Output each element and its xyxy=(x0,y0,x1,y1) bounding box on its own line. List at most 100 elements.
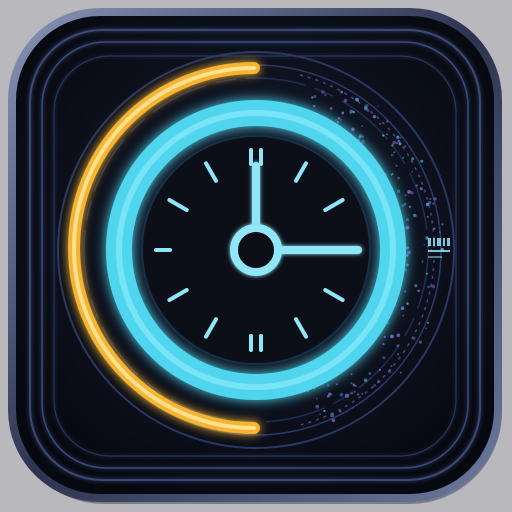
circuit-dot xyxy=(420,159,424,163)
circuit-dot xyxy=(426,215,429,219)
circuit-dot xyxy=(360,139,365,144)
circuit-dot xyxy=(313,95,317,98)
circuit-dot xyxy=(402,157,404,159)
circuit-dot xyxy=(323,409,326,413)
circuit-dot xyxy=(378,368,382,372)
clock-center-hub xyxy=(230,224,282,276)
circuit-dot xyxy=(396,344,400,348)
circuit-dot xyxy=(419,187,423,191)
circuit-dot xyxy=(438,231,441,234)
circuit-dot xyxy=(398,142,402,146)
circuit-dot xyxy=(441,223,444,226)
circuit-dot xyxy=(413,213,417,218)
circuit-dot xyxy=(433,197,437,201)
circuit-dot xyxy=(391,144,394,147)
circuit-dot xyxy=(321,90,325,94)
circuit-dot xyxy=(405,246,409,250)
circuit-dot xyxy=(404,290,407,293)
circuit-dot xyxy=(427,285,430,289)
circuit-dot xyxy=(396,333,401,338)
circuit-dot xyxy=(311,96,314,99)
circuit-dot xyxy=(379,122,382,126)
circuit-dot xyxy=(403,145,406,148)
circuit-dot xyxy=(433,227,436,230)
circuit-dot xyxy=(396,135,400,139)
circuit-dot xyxy=(340,90,344,94)
circuit-dot xyxy=(429,198,432,200)
circuit-dot xyxy=(355,97,359,102)
circuit-dot xyxy=(326,384,330,387)
circuit-dot xyxy=(407,250,411,255)
icon-stage xyxy=(0,0,512,512)
circuit-dot xyxy=(329,107,333,110)
circuit-dot xyxy=(361,125,364,128)
circuit-dot xyxy=(340,119,342,121)
circuit-dot xyxy=(328,392,332,397)
circuit-dot xyxy=(351,127,355,132)
circuit-dot xyxy=(392,140,397,145)
circuit-dot xyxy=(315,404,320,409)
circuit-dot xyxy=(421,260,424,263)
circuit-dot xyxy=(330,413,335,418)
circuit-dot xyxy=(417,289,420,292)
circuit-dot xyxy=(373,383,377,387)
circuit-dot xyxy=(404,193,407,197)
circuit-dot xyxy=(339,410,342,413)
circuit-dot xyxy=(368,372,372,375)
circuit-dot xyxy=(361,393,364,395)
circuit-dot xyxy=(418,340,422,344)
circuit-dot xyxy=(334,118,338,121)
circuit-dot xyxy=(319,413,322,416)
clock-app-icon[interactable] xyxy=(0,0,512,512)
circuit-dot xyxy=(397,139,400,143)
circuit-dot xyxy=(389,334,394,339)
circuit-dot xyxy=(400,306,405,311)
circuit-dot xyxy=(403,203,407,206)
circuit-dot xyxy=(411,170,413,173)
circuit-dot xyxy=(395,164,398,167)
circuit-dot xyxy=(339,392,344,397)
circuit-dot xyxy=(372,115,377,119)
circuit-dot xyxy=(391,172,394,175)
circuit-dot xyxy=(349,109,353,114)
circuit-dot xyxy=(350,373,353,375)
circuit-dot xyxy=(402,314,405,317)
circuit-dot xyxy=(353,390,356,393)
circuit-dot xyxy=(366,108,370,113)
circuit-dot xyxy=(411,157,415,161)
circuit-dot xyxy=(390,153,394,157)
circuit-dot xyxy=(352,383,356,387)
circuit-dot xyxy=(415,184,419,187)
circuit-dot xyxy=(343,98,348,103)
circuit-dot xyxy=(427,321,429,324)
circuit-dot xyxy=(344,393,349,398)
circuit-dot xyxy=(383,335,386,339)
circuit-dot xyxy=(377,379,381,384)
circuit-dot xyxy=(337,117,341,120)
circuit-dot xyxy=(323,93,327,97)
circuit-dot xyxy=(350,382,353,385)
circuit-dot xyxy=(432,202,435,205)
circuit-dot xyxy=(406,263,409,267)
circuit-dot xyxy=(406,254,409,257)
circuit-dot xyxy=(390,364,393,368)
circuit-dot xyxy=(382,342,385,346)
circuit-dot xyxy=(397,353,399,356)
circuit-dot xyxy=(359,133,363,138)
circuit-dot xyxy=(335,383,339,386)
circuit-dot xyxy=(412,336,416,340)
circuit-dot xyxy=(316,397,318,400)
circuit-dot xyxy=(399,371,402,374)
circuit-dot xyxy=(396,189,401,193)
circuit-dot xyxy=(431,284,436,289)
circuit-dot xyxy=(423,243,426,246)
circuit-dot xyxy=(396,142,399,145)
circuit-dot xyxy=(386,133,388,136)
circuit-dot xyxy=(404,268,407,272)
circuit-dot xyxy=(363,378,368,382)
circuit-dot xyxy=(397,176,401,180)
circuit-dot xyxy=(408,205,412,208)
circuit-dot xyxy=(331,418,336,423)
circuit-dot xyxy=(350,391,354,395)
circuit-dot xyxy=(313,104,316,108)
